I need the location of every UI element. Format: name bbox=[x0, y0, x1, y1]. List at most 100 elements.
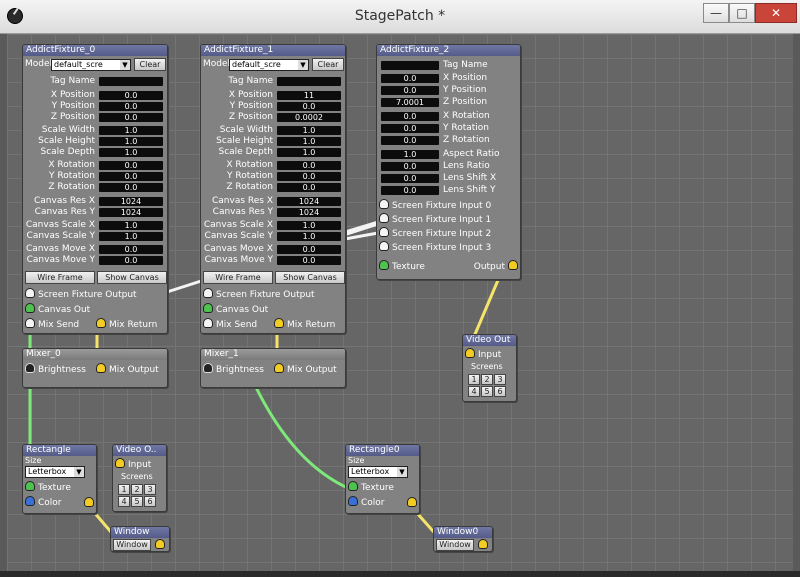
screen-4-button[interactable]: 4 bbox=[468, 386, 480, 397]
canvas-res-y-field[interactable]: 1024 bbox=[99, 208, 163, 217]
mixer-1-node[interactable]: Mixer_1 Brightness Mix Output bbox=[200, 348, 346, 388]
video-out-small-node[interactable]: Video O.. Input Screens 123 456 bbox=[112, 444, 167, 512]
x-rotation-field[interactable]: 0.0 bbox=[277, 161, 341, 170]
show-canvas-button[interactable]: Show Canvas bbox=[275, 271, 345, 284]
scale-width-field[interactable]: 1.0 bbox=[277, 126, 341, 135]
scale-depth-field[interactable]: 1.0 bbox=[277, 148, 341, 157]
screen-6-button[interactable]: 6 bbox=[144, 496, 156, 507]
canvas-move-y-field[interactable]: 0.0 bbox=[99, 256, 163, 265]
tag-name-field[interactable] bbox=[381, 61, 439, 70]
x-position-field[interactable]: 11 bbox=[277, 91, 341, 100]
x-rotation-field[interactable]: 0.0 bbox=[381, 112, 439, 121]
window-button[interactable]: Window bbox=[436, 539, 474, 551]
x-rotation-field[interactable]: 0.0 bbox=[99, 161, 163, 170]
brightness-knob-icon[interactable] bbox=[203, 363, 213, 373]
lens-shift-x-field[interactable]: 0.0 bbox=[381, 174, 439, 183]
y-position-field[interactable]: 0.0 bbox=[381, 86, 439, 95]
rectangle-output-port-icon[interactable] bbox=[84, 497, 94, 507]
screen-4-button[interactable]: 4 bbox=[118, 496, 130, 507]
texture-port-icon[interactable] bbox=[348, 481, 358, 491]
screen-3-button[interactable]: 3 bbox=[494, 374, 506, 385]
window0-node[interactable]: Window0 Window bbox=[433, 526, 493, 552]
lens-ratio-field[interactable]: 0.0 bbox=[381, 162, 439, 171]
screen-2-button[interactable]: 2 bbox=[131, 484, 143, 495]
mix-output-port-icon[interactable] bbox=[96, 363, 106, 373]
node-title[interactable]: Window0 bbox=[434, 527, 492, 538]
screen-fixture-output-port-icon[interactable] bbox=[25, 288, 35, 298]
node-title[interactable]: AddictFixture_0 bbox=[23, 45, 167, 56]
z-rotation-field[interactable]: 0.0 bbox=[277, 183, 341, 192]
screen-3-button[interactable]: 3 bbox=[144, 484, 156, 495]
canvas-scale-x-field[interactable]: 1.0 bbox=[99, 221, 163, 230]
screen-5-button[interactable]: 5 bbox=[131, 496, 143, 507]
wire-frame-button[interactable]: Wire Frame bbox=[203, 271, 273, 284]
z-rotation-field[interactable]: 0.0 bbox=[99, 183, 163, 192]
y-position-field[interactable]: 0.0 bbox=[99, 102, 163, 111]
addict-fixture-2-node[interactable]: AddictFixture_2 Tag Name 0.0 X Position 0… bbox=[376, 44, 521, 280]
canvas-res-y-field[interactable]: 1024 bbox=[277, 208, 341, 217]
node-title[interactable]: Video Out bbox=[463, 335, 516, 346]
canvas-out-port-icon[interactable] bbox=[203, 303, 213, 313]
output-port-icon[interactable] bbox=[508, 260, 518, 270]
mix-return-port-icon[interactable] bbox=[96, 318, 106, 328]
node-title[interactable]: AddictFixture_2 bbox=[377, 45, 520, 56]
canvas-scale-x-field[interactable]: 1.0 bbox=[277, 221, 341, 230]
clear-button[interactable]: Clear bbox=[312, 58, 344, 71]
tag-name-field[interactable] bbox=[99, 77, 163, 86]
z-position-field[interactable]: 0.0 bbox=[99, 113, 163, 122]
y-rotation-field[interactable]: 0.0 bbox=[381, 124, 439, 133]
node-title[interactable]: AddictFixture_1 bbox=[201, 45, 345, 56]
addict-fixture-1-node[interactable]: AddictFixture_1 Modeldefault_screClear T… bbox=[200, 44, 346, 334]
texture-port-icon[interactable] bbox=[379, 260, 389, 270]
wire-frame-button[interactable]: Wire Frame bbox=[25, 271, 95, 284]
show-canvas-button[interactable]: Show Canvas bbox=[97, 271, 167, 284]
x-position-field[interactable]: 0.0 bbox=[99, 91, 163, 100]
canvas-move-x-field[interactable]: 0.0 bbox=[99, 245, 163, 254]
screen-fixture-input-3-port-icon[interactable] bbox=[379, 241, 389, 251]
window-input-port-icon[interactable] bbox=[155, 539, 165, 549]
screen-5-button[interactable]: 5 bbox=[481, 386, 493, 397]
canvas-scale-y-field[interactable]: 1.0 bbox=[99, 232, 163, 241]
scale-depth-field[interactable]: 1.0 bbox=[99, 148, 163, 157]
screen-fixture-input-1-port-icon[interactable] bbox=[379, 213, 389, 223]
model-select[interactable]: default_scre bbox=[51, 59, 131, 71]
window0-input-port-icon[interactable] bbox=[478, 539, 488, 549]
window-button[interactable]: Window bbox=[113, 539, 151, 551]
scale-height-field[interactable]: 1.0 bbox=[99, 137, 163, 146]
x-position-field[interactable]: 0.0 bbox=[381, 74, 439, 83]
color-port-icon[interactable] bbox=[25, 496, 35, 506]
canvas-scale-y-field[interactable]: 1.0 bbox=[277, 232, 341, 241]
maximize-button[interactable]: □ bbox=[729, 3, 755, 23]
scale-width-field[interactable]: 1.0 bbox=[99, 126, 163, 135]
lens-shift-y-field[interactable]: 0.0 bbox=[381, 186, 439, 195]
canvas-out-port-icon[interactable] bbox=[25, 303, 35, 313]
y-position-field[interactable]: 0.0 bbox=[277, 102, 341, 111]
canvas-move-x-field[interactable]: 0.0 bbox=[277, 245, 341, 254]
screen-fixture-input-0-port-icon[interactable] bbox=[379, 199, 389, 209]
screen-1-button[interactable]: 1 bbox=[118, 484, 130, 495]
mix-output-port-icon[interactable] bbox=[274, 363, 284, 373]
screen-6-button[interactable]: 6 bbox=[494, 386, 506, 397]
window-node[interactable]: Window Window bbox=[110, 526, 170, 552]
mix-send-port-icon[interactable] bbox=[25, 318, 35, 328]
rectangle-node[interactable]: Rectangle Size Letterbox Texture Color bbox=[22, 444, 97, 514]
tag-name-field[interactable] bbox=[277, 77, 341, 86]
patch-canvas[interactable]: AddictFixture_0 Modeldefault_screClear T… bbox=[7, 34, 793, 571]
y-rotation-field[interactable]: 0.0 bbox=[99, 172, 163, 181]
mix-return-port-icon[interactable] bbox=[274, 318, 284, 328]
input-port-icon[interactable] bbox=[115, 458, 125, 468]
brightness-knob-icon[interactable] bbox=[25, 363, 35, 373]
wire-mixer1-rect0[interactable] bbox=[250, 378, 351, 491]
rectangle0-output-port-icon[interactable] bbox=[407, 497, 417, 507]
minimize-button[interactable]: — bbox=[703, 3, 729, 23]
canvas-res-x-field[interactable]: 1024 bbox=[277, 197, 341, 206]
node-title[interactable]: Video O.. bbox=[113, 445, 166, 456]
aspect-ratio-field[interactable]: 1.0 bbox=[381, 150, 439, 159]
color-port-icon[interactable] bbox=[348, 496, 358, 506]
video-out-node[interactable]: Video Out Input Screens 123 456 bbox=[462, 334, 517, 402]
z-rotation-field[interactable]: 0.0 bbox=[381, 136, 439, 145]
z-position-field[interactable]: 7.0001 bbox=[381, 98, 439, 107]
node-title[interactable]: Mixer_0 bbox=[23, 349, 167, 360]
screen-1-button[interactable]: 1 bbox=[468, 374, 480, 385]
mixer-0-node[interactable]: Mixer_0 Brightness Mix Output bbox=[22, 348, 168, 388]
